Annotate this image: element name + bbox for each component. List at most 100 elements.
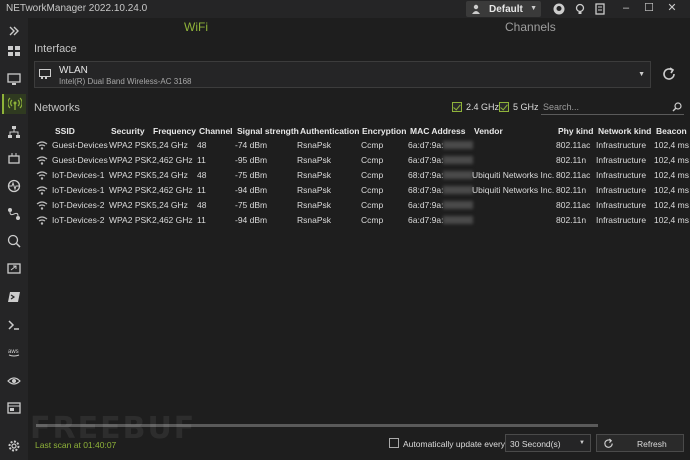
- cell-signal: -94 dBm: [235, 185, 268, 195]
- interface-name: WLAN: [59, 65, 88, 76]
- network-tree-icon: [8, 126, 20, 138]
- search-input[interactable]: [543, 102, 663, 112]
- sidebar-item-aws[interactable]: aws: [4, 342, 24, 362]
- profile-icon: [472, 4, 480, 14]
- wifi-signal-icon: [36, 171, 48, 180]
- maximize-button[interactable]: ☐: [643, 2, 655, 14]
- route-icon: [8, 208, 20, 220]
- remote-desktop-icon: [7, 263, 21, 274]
- cell-security: WPA2 PSK: [109, 170, 152, 180]
- cell-beacon: 102,4 ms: [654, 155, 689, 165]
- aws-icon: aws: [8, 349, 20, 357]
- cell-auth: RsnaPsk: [297, 185, 332, 195]
- interface-section-label: Interface: [34, 43, 77, 55]
- column-header-ssid[interactable]: SSID: [55, 126, 75, 136]
- sidebar-item-ping-monitor[interactable]: [4, 176, 24, 196]
- cell-netkind: Infrastructure: [596, 155, 647, 165]
- auto-update-interval-select[interactable]: 30 Second(s) ▼: [505, 434, 591, 452]
- sidebar-item-wifi[interactable]: [2, 94, 26, 114]
- sidebar-item-ip-scanner[interactable]: [4, 122, 24, 142]
- column-header-channel[interactable]: Channel: [199, 126, 233, 136]
- column-header-vendor[interactable]: Vendor: [474, 126, 503, 136]
- mac-redaction: [443, 216, 473, 224]
- dashboard-icon: [8, 46, 20, 56]
- sidebar-item-remote-desktop[interactable]: [4, 259, 24, 279]
- github-icon[interactable]: [553, 3, 565, 15]
- sidebar-item-powershell[interactable]: [4, 287, 24, 307]
- refresh-label: Refresh: [637, 439, 667, 449]
- mac-redaction: [443, 201, 473, 209]
- sidebar-item-tightvnc[interactable]: [4, 371, 24, 391]
- column-header-frequency[interactable]: Frequency: [153, 126, 196, 136]
- cell-security: WPA2 PSK: [109, 200, 152, 210]
- column-header-beacon[interactable]: Beacon: [656, 126, 687, 136]
- cell-security: WPA2 PSK: [109, 215, 152, 225]
- auto-update-checkbox[interactable]: [389, 438, 399, 448]
- reload-interfaces-icon[interactable]: [661, 66, 677, 82]
- filter-5ghz-checkbox[interactable]: [499, 102, 509, 112]
- sidebar-item-settings[interactable]: [4, 436, 24, 456]
- interface-select[interactable]: WLAN Intel(R) Dual Band Wireless-AC 3168…: [34, 61, 651, 88]
- filter-24ghz-checkbox[interactable]: [452, 102, 462, 112]
- browser-window-icon: [7, 402, 21, 414]
- cell-mac: 6a:d7:9a:: [408, 215, 444, 225]
- cell-auth: RsnaPsk: [297, 170, 332, 180]
- cell-enc: Ccmp: [361, 215, 384, 225]
- column-header-encryption[interactable]: Encryption: [362, 126, 406, 136]
- column-header-phy-kind[interactable]: Phy kind: [558, 126, 593, 136]
- tab-channels[interactable]: Channels: [505, 20, 556, 34]
- refresh-button[interactable]: Refresh: [596, 434, 684, 452]
- minimize-button[interactable]: –: [620, 2, 632, 14]
- document-icon[interactable]: [594, 3, 606, 15]
- wifi-signal-icon: [36, 141, 48, 150]
- sidebar-item-putty[interactable]: [4, 315, 24, 335]
- cell-beacon: 102,4 ms: [654, 215, 689, 225]
- search-field[interactable]: [541, 100, 684, 115]
- sidebar-item-port-scanner[interactable]: [4, 149, 24, 169]
- cell-signal: -94 dBm: [235, 215, 268, 225]
- sidebar: aws: [0, 18, 28, 460]
- column-header-authentication[interactable]: Authentication: [300, 126, 360, 136]
- cell-netkind: Infrastructure: [596, 185, 647, 195]
- terminal-icon: [8, 320, 19, 330]
- cell-security: WPA2 PSK: [109, 140, 152, 150]
- column-header-signal-strength[interactable]: Signal strength: [237, 126, 299, 136]
- expand-menu-button[interactable]: [4, 21, 24, 41]
- sidebar-item-dns-lookup[interactable]: [4, 231, 24, 251]
- sidebar-item-traceroute[interactable]: [4, 204, 24, 224]
- cell-beacon: 102,4 ms: [654, 140, 689, 150]
- column-header-mac-address[interactable]: MAC Address: [410, 126, 465, 136]
- cell-enc: Ccmp: [361, 200, 384, 210]
- column-header-security[interactable]: Security: [111, 126, 145, 136]
- profile-selector[interactable]: Default ▼: [466, 1, 541, 17]
- cell-phy: 802.11ac: [556, 170, 591, 180]
- cell-enc: Ccmp: [361, 170, 384, 180]
- sidebar-item-web-console[interactable]: [4, 398, 24, 418]
- powershell-icon: [8, 292, 20, 302]
- cell-netkind: Infrastructure: [596, 170, 647, 180]
- cell-ssid: IoT-Devices-1: [52, 170, 105, 180]
- tab-wifi[interactable]: WiFi: [184, 20, 208, 34]
- cell-auth: RsnaPsk: [297, 155, 332, 165]
- cell-signal: -75 dBm: [235, 200, 268, 210]
- sidebar-item-dashboard[interactable]: [4, 41, 24, 61]
- wifi-signal-icon: [36, 201, 48, 210]
- column-header-network-kind[interactable]: Network kind: [598, 126, 651, 136]
- cell-frequency: 2,462 GHz: [152, 215, 193, 225]
- monitor-network-icon: [7, 73, 21, 85]
- cell-auth: RsnaPsk: [297, 215, 332, 225]
- svg-text:aws: aws: [8, 349, 19, 355]
- cell-beacon: 102,4 ms: [654, 185, 689, 195]
- auto-update-label: Automatically update every: [403, 439, 506, 449]
- lightbulb-icon[interactable]: [574, 3, 586, 15]
- cell-enc: Ccmp: [361, 140, 384, 150]
- filter-24ghz-label: 2.4 GHz: [466, 102, 500, 112]
- cell-ssid: IoT-Devices-2: [52, 215, 105, 225]
- cell-ssid: Guest-Devices: [52, 140, 108, 150]
- cell-vendor: Ubiquiti Networks Inc.: [472, 185, 555, 195]
- cell-phy: 802.11n: [556, 155, 587, 165]
- mac-redaction: [443, 171, 473, 179]
- close-button[interactable]: ✕: [666, 2, 678, 14]
- sidebar-item-network-interface[interactable]: [4, 69, 24, 89]
- eye-icon: [7, 377, 21, 385]
